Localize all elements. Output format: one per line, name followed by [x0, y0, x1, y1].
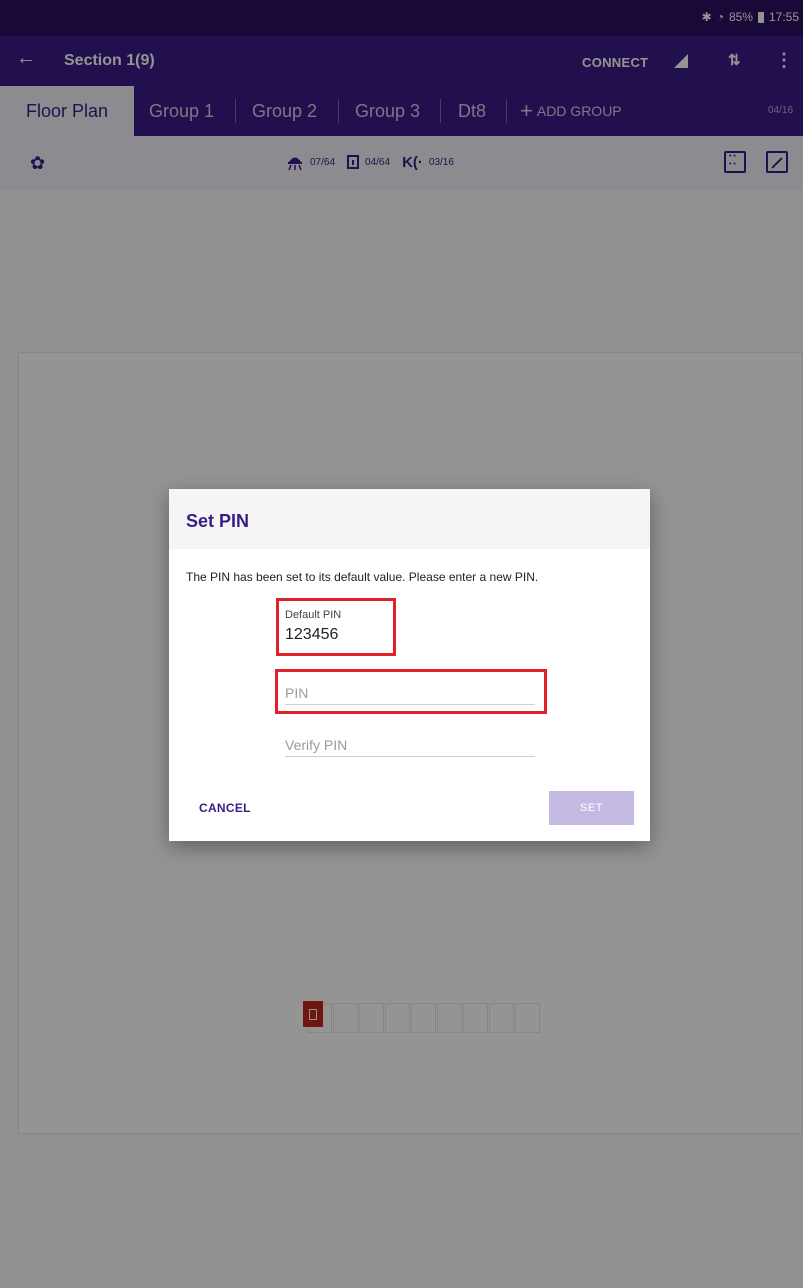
verify-pin-input[interactable] — [285, 737, 535, 757]
default-pin-label: Default PIN — [285, 609, 342, 621]
dialog-message: The PIN has been set to its default valu… — [186, 570, 539, 584]
cancel-button[interactable]: CANCEL — [199, 801, 251, 815]
set-pin-dialog: Set PIN The PIN has been set to its defa… — [169, 489, 650, 841]
pin-input[interactable] — [285, 685, 535, 705]
dialog-title: Set PIN — [186, 511, 250, 531]
set-button[interactable]: SET — [549, 791, 634, 825]
default-pin-value: 123456 — [285, 626, 339, 643]
